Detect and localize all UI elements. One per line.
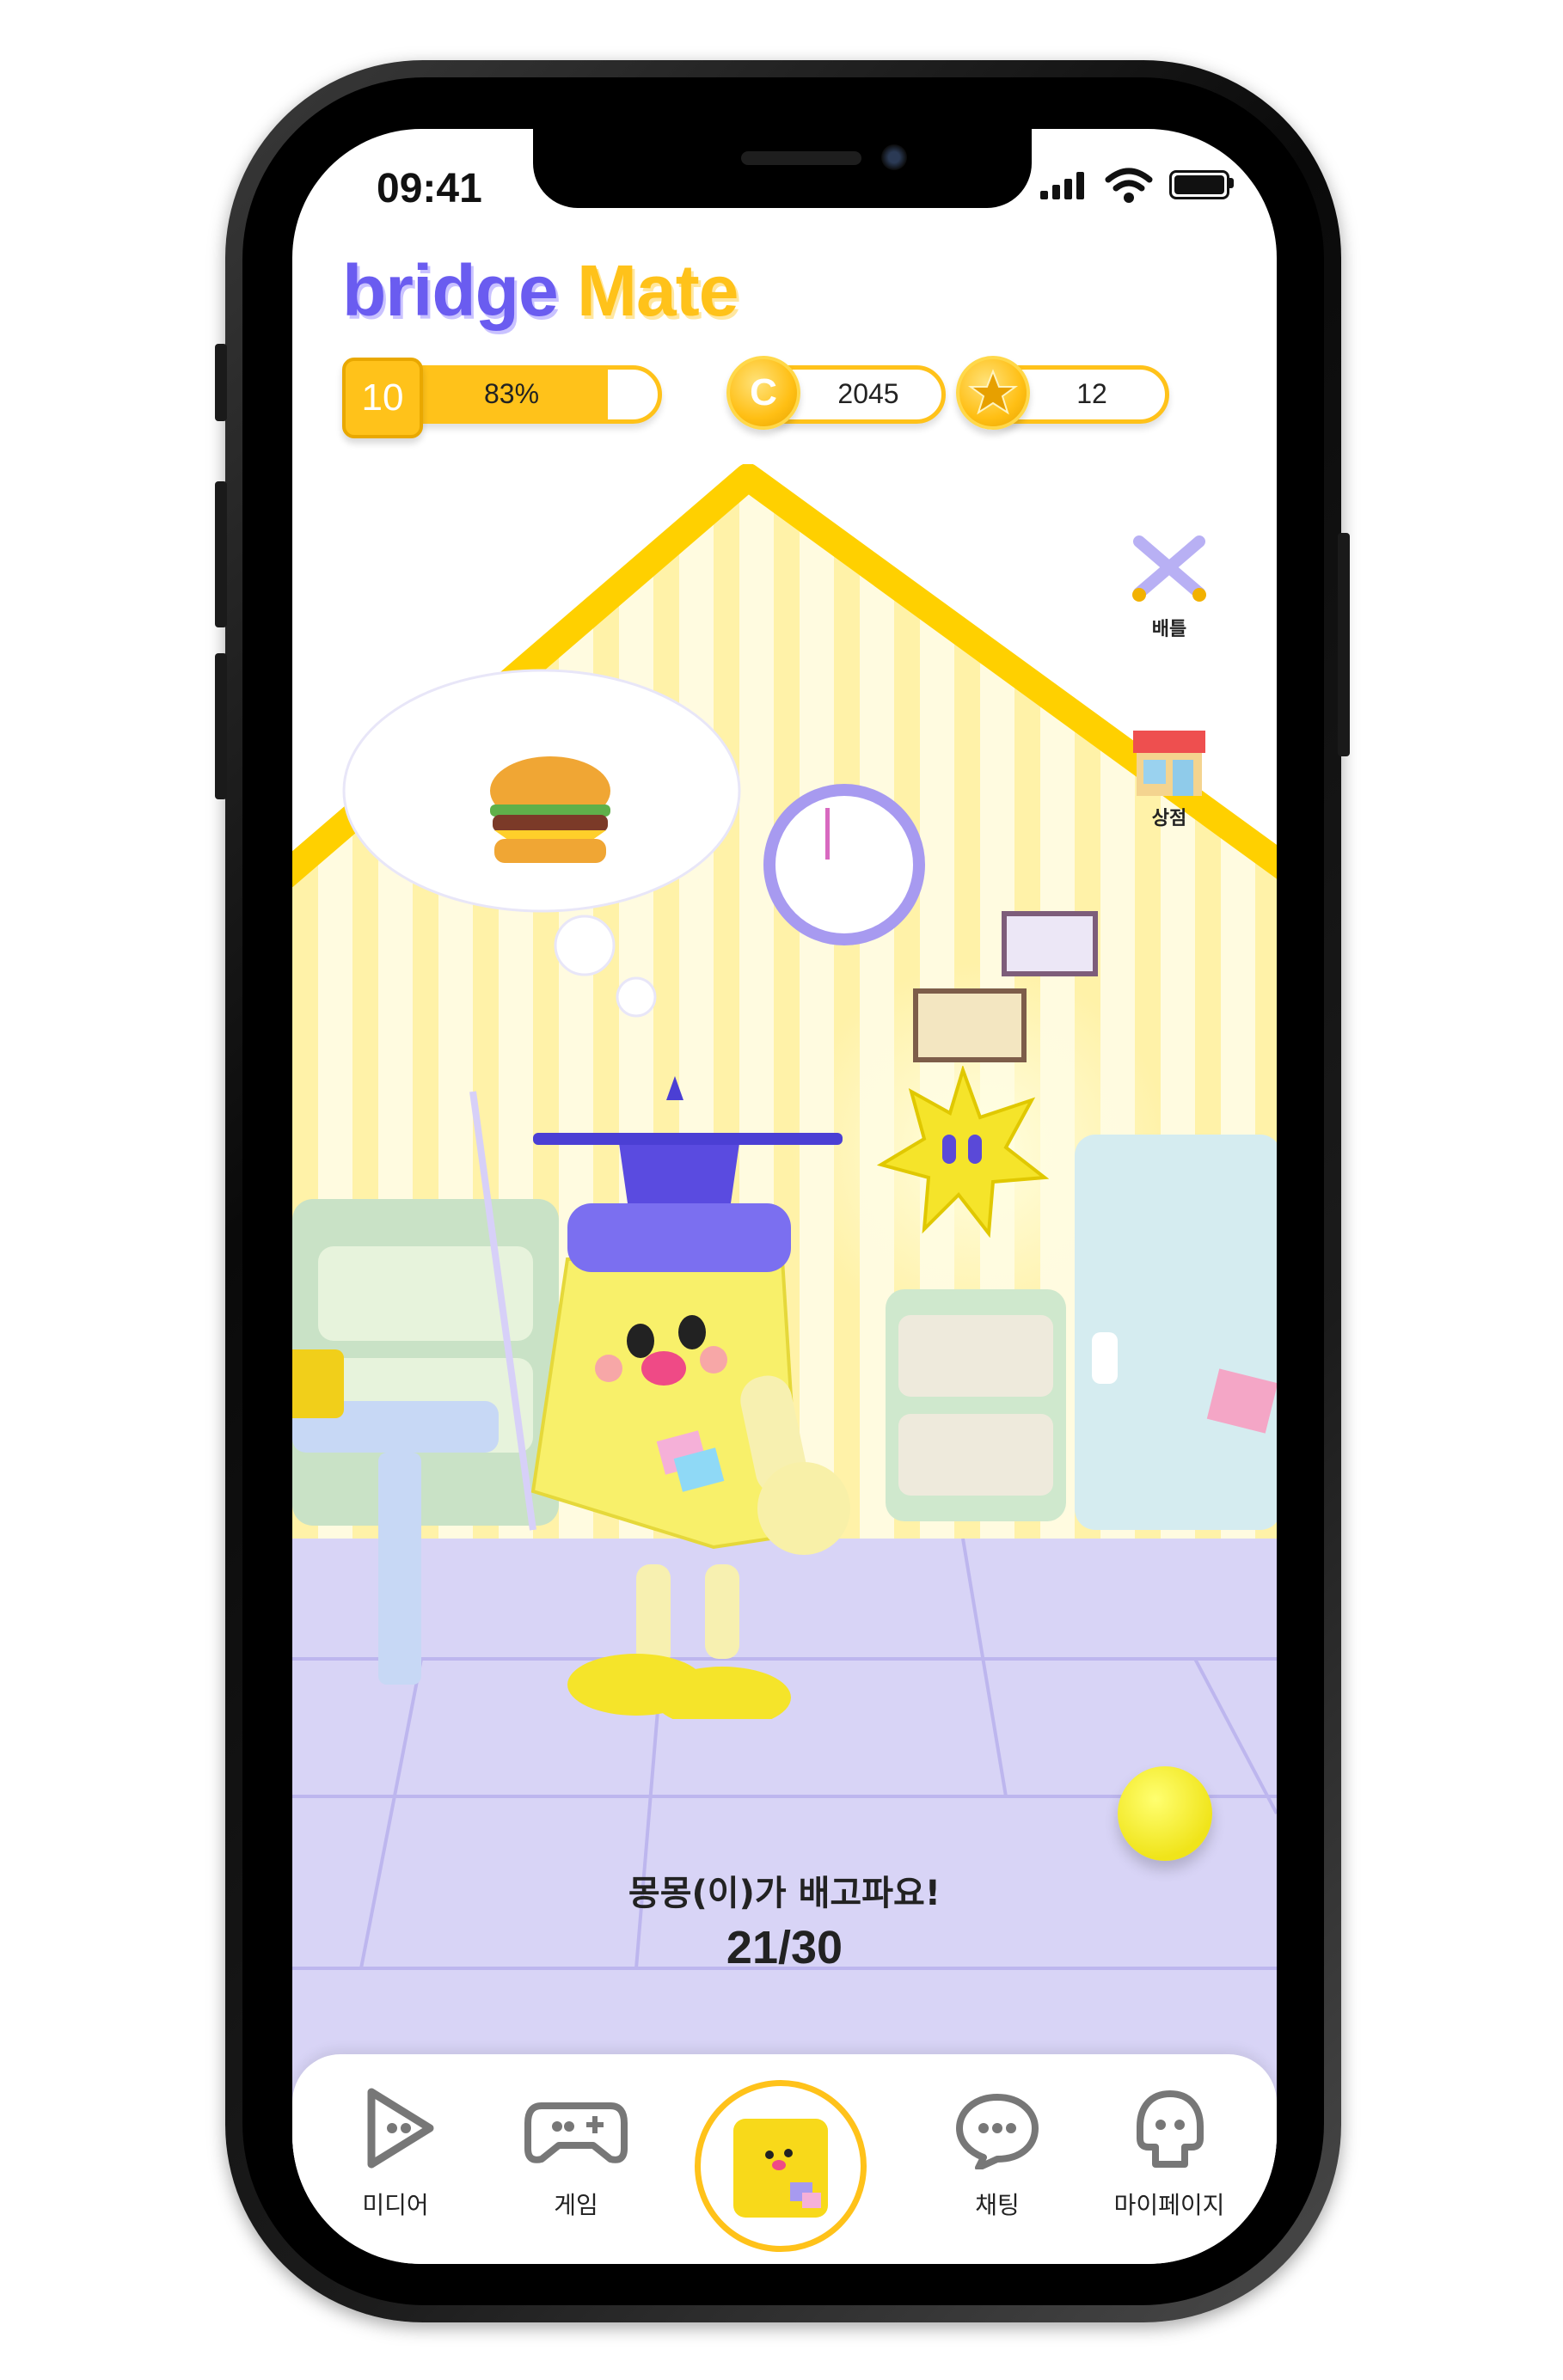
picture-frame bbox=[913, 988, 1027, 1062]
nav-item-chat[interactable]: 채팅 bbox=[911, 2080, 1083, 2235]
app-logo: bridge Mate bbox=[342, 249, 739, 333]
logo-word-bridge: bridge bbox=[342, 250, 559, 331]
signal-icon bbox=[1040, 172, 1092, 199]
hamburger-icon bbox=[490, 756, 610, 863]
ball-toy[interactable] bbox=[1118, 1766, 1212, 1861]
pet-status-message: 몽몽(이)가 배고파요! bbox=[628, 1874, 941, 1913]
gamepad-icon bbox=[524, 2102, 628, 2163]
front-camera bbox=[881, 144, 907, 170]
app-screen: 배틀 상점 몽몽(이)가 배고파요! 21/30 09:41 bridge Ma… bbox=[292, 129, 1277, 2264]
profile-icon bbox=[1137, 2090, 1204, 2168]
fridge-handle bbox=[1092, 1332, 1118, 1384]
mute-switch bbox=[215, 344, 227, 421]
coin-icon: C bbox=[726, 356, 800, 430]
hunger-counter: 21/30 bbox=[726, 1922, 843, 1973]
nav-label-media: 미디어 bbox=[362, 2191, 429, 2219]
crossed-swords-icon bbox=[1132, 535, 1206, 602]
picture-frame bbox=[1002, 911, 1098, 976]
star-amount: 12 bbox=[1076, 378, 1107, 409]
nav-item-game[interactable]: 게임 bbox=[490, 2080, 662, 2235]
battle-button[interactable]: 배틀 bbox=[1118, 533, 1221, 641]
pet-character[interactable] bbox=[456, 1066, 937, 1719]
level-badge: 10 bbox=[342, 358, 423, 438]
pet-home-icon bbox=[733, 2119, 828, 2218]
table-leg bbox=[378, 1453, 421, 1685]
battery-tip bbox=[1229, 178, 1234, 188]
exp-percent: 83% bbox=[483, 378, 540, 409]
coin-amount: 2045 bbox=[837, 378, 899, 409]
nav-item-mypage[interactable]: 마이페이지 bbox=[1083, 2080, 1255, 2235]
nav-label-game: 게임 bbox=[554, 2191, 598, 2219]
wifi-icon bbox=[1105, 168, 1153, 203]
speaker bbox=[741, 151, 861, 165]
nav-label-mypage: 마이페이지 bbox=[1113, 2191, 1225, 2219]
status-time: 09:41 bbox=[377, 166, 482, 211]
shop-button[interactable]: 상점 bbox=[1118, 722, 1221, 830]
shop-label: 상점 bbox=[1151, 808, 1187, 829]
star-icon bbox=[956, 356, 1030, 430]
battle-label: 배틀 bbox=[1151, 619, 1187, 640]
clock-hand bbox=[825, 808, 830, 860]
play-icon bbox=[367, 2088, 434, 2169]
cup bbox=[292, 1349, 344, 1418]
volume-up-button bbox=[215, 481, 227, 627]
chat-icon bbox=[956, 2094, 1039, 2169]
volume-down-button bbox=[215, 653, 227, 799]
shop-icon bbox=[1133, 731, 1205, 796]
power-button bbox=[1338, 533, 1350, 756]
notch bbox=[533, 129, 1032, 208]
wall-clock bbox=[763, 784, 925, 945]
logo-word-mate: Mate bbox=[577, 250, 739, 331]
nav-item-media[interactable]: 미디어 bbox=[310, 2080, 481, 2235]
nav-item-pet-home[interactable] bbox=[695, 2080, 867, 2252]
nav-label-chat: 채팅 bbox=[975, 2191, 1020, 2219]
battery-icon bbox=[1169, 170, 1229, 199]
